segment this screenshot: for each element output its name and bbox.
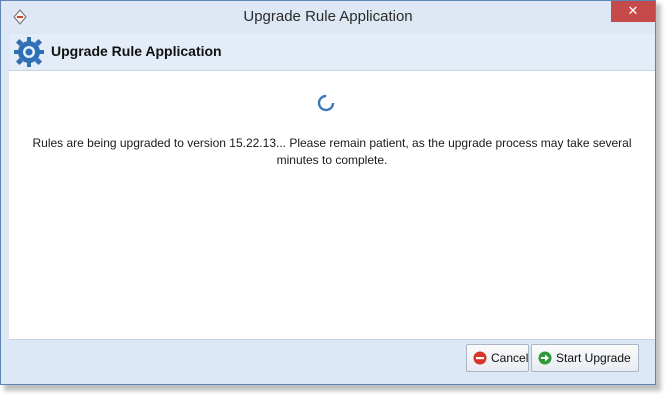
gear-icon <box>14 37 44 67</box>
dialog-footer: Cancel Start Upgrade <box>9 339 655 378</box>
close-button[interactable]: ✕ <box>611 1 655 22</box>
status-message-line-1: Rules are being upgraded to version 15.2… <box>32 136 632 150</box>
cancel-label: Cancel <box>491 351 529 365</box>
window-title: Upgrade Rule Application <box>243 8 413 25</box>
cancel-button[interactable]: Cancel <box>466 344 529 372</box>
start-upgrade-button[interactable]: Start Upgrade <box>531 344 639 372</box>
loading-spinner-icon <box>317 94 335 112</box>
dialog-window: Upgrade Rule Application ✕ Upgrade Rule … <box>0 0 656 385</box>
status-message: Rules are being upgraded to version 15.2… <box>19 135 645 169</box>
start-upgrade-label: Start Upgrade <box>556 351 631 365</box>
close-icon: ✕ <box>627 4 639 19</box>
header-title: Upgrade Rule Application <box>51 43 222 59</box>
dialog-header: Upgrade Rule Application <box>9 34 655 71</box>
status-message-line-2: minutes to complete. <box>276 153 388 167</box>
cancel-icon <box>473 351 487 365</box>
start-arrow-icon <box>538 351 552 365</box>
content-area: Rules are being upgraded to version 15.2… <box>9 71 655 339</box>
title-bar[interactable]: Upgrade Rule Application ✕ <box>1 1 655 33</box>
